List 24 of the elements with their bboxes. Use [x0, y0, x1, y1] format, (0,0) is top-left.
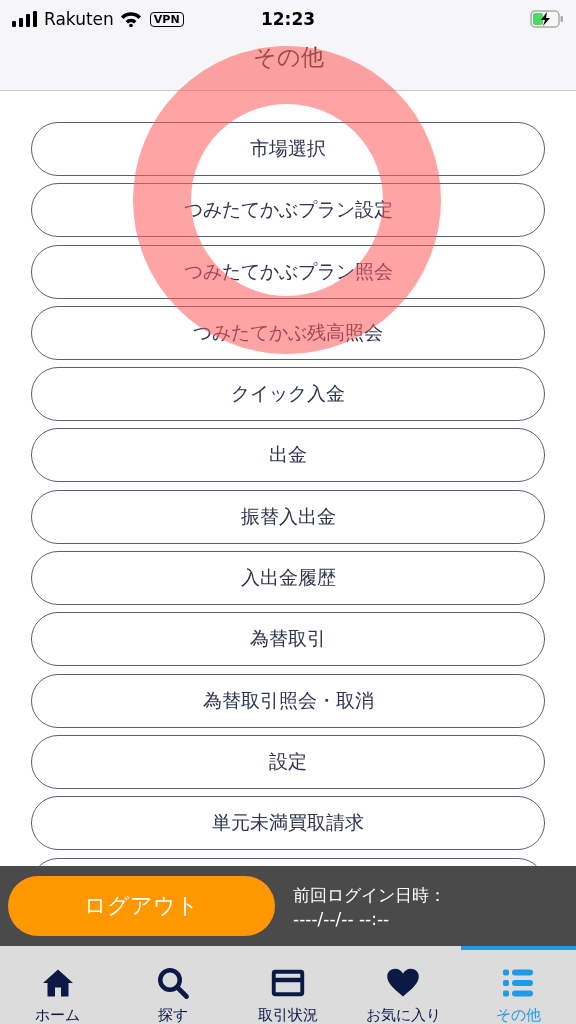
tab[interactable]: 探す [115, 946, 231, 1024]
menu-button[interactable]: 入出金履歴 [31, 551, 545, 606]
last-login-value: ----/--/-- --:-- [293, 908, 391, 929]
menu-button[interactable]: 単元未満買取請求 [31, 796, 545, 851]
status-time: 12:23 [259, 9, 317, 29]
tab[interactable]: ホーム [0, 946, 116, 1024]
menu-button[interactable]: 設定 [31, 734, 545, 789]
menu-button[interactable]: クイック入金 [31, 367, 545, 422]
menu-button[interactable]: 為替取引照会・取消 [31, 673, 545, 728]
battery-charging-icon [530, 10, 564, 28]
menu-button[interactable]: 振替入出金 [31, 489, 545, 544]
tab[interactable]: お気に入り [345, 946, 461, 1024]
menu-button[interactable]: 為替取引 [31, 612, 545, 667]
last-login-label: 前回ログイン日時： [293, 883, 446, 907]
vpn-badge: VPN [149, 11, 184, 27]
menu-button[interactable]: 出金 [31, 428, 545, 483]
carrier-name: Rakuten [44, 9, 114, 29]
menu-button[interactable]: つみたてかぶプラン照会 [31, 244, 545, 299]
tab[interactable]: 取引状況 [230, 946, 346, 1024]
menu-button[interactable]: つみたてかぶプラン設定 [31, 183, 545, 238]
menu-button[interactable]: 市場選択 [31, 122, 545, 176]
signal-icon [12, 11, 38, 27]
page-title: その他 [252, 42, 324, 72]
wifi-icon [119, 11, 142, 27]
